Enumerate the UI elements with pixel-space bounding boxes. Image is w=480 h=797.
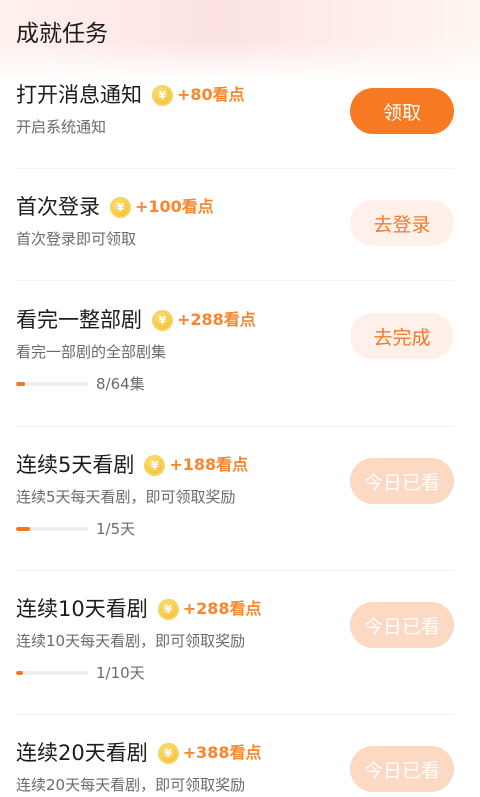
- page-title: 成就任务: [16, 21, 108, 47]
- go-login-button[interactable]: 去登录: [350, 200, 454, 246]
- task-title-row: 连续10天看剧 ¥ +288看点: [16, 594, 262, 624]
- progress-fill: [16, 527, 31, 531]
- progress-bar: [16, 382, 88, 386]
- task-description: 连续5天每天看剧，即可领取奖励: [16, 488, 236, 506]
- achievement-tasks-page: 成就任务 打开消息通知 ¥ +80看点 开启系统通知 领取 首次登录 ¥ +10…: [0, 0, 480, 797]
- task-name: 连续20天看剧: [16, 741, 148, 765]
- task-description: 看完一部剧的全部剧集: [16, 343, 167, 361]
- coin-icon: ¥: [110, 196, 131, 218]
- divider: [16, 714, 454, 715]
- task-name: 连续5天看剧: [16, 453, 135, 477]
- task-name: 连续10天看剧: [16, 597, 148, 621]
- progress-row: 1/10天: [16, 662, 145, 684]
- divider: [16, 426, 454, 427]
- go-complete-button[interactable]: 去完成: [350, 313, 454, 359]
- task-name: 看完一整部剧: [16, 308, 142, 332]
- divider: [16, 280, 454, 281]
- task-description: 连续10天每天看剧，即可领取奖励: [16, 632, 246, 650]
- coin-icon: ¥: [152, 309, 173, 331]
- progress-bar: [16, 527, 88, 531]
- task-title-row: 连续5天看剧 ¥ +188看点: [16, 450, 248, 480]
- coin-glyph: ¥: [158, 88, 167, 102]
- progress-row: 1/5天: [16, 518, 135, 540]
- coin-glyph: ¥: [158, 313, 167, 327]
- progress-bar: [16, 671, 88, 675]
- task-title-row: 打开消息通知 ¥ +80看点: [16, 80, 245, 110]
- coin-icon: ¥: [157, 598, 179, 620]
- progress-row: 8/64集: [16, 373, 145, 395]
- watched-today-button[interactable]: 今日已看: [350, 746, 454, 792]
- coin-glyph: ¥: [164, 746, 173, 760]
- task-title-row: 看完一整部剧 ¥ +288看点: [16, 305, 256, 335]
- task-description: 连续20天每天看剧，即可领取奖励: [16, 776, 246, 794]
- coin-icon: ¥: [144, 454, 166, 476]
- task-name: 首次登录: [16, 195, 100, 219]
- task-description: 首次登录即可领取: [16, 230, 137, 248]
- claim-button[interactable]: 领取: [350, 88, 454, 134]
- task-reward: +100看点: [135, 197, 214, 216]
- progress-text: 1/10天: [96, 664, 145, 682]
- task-reward: +80看点: [177, 85, 245, 104]
- coin-icon: ¥: [157, 742, 179, 764]
- progress-fill: [16, 382, 25, 386]
- task-title-row: 连续20天看剧 ¥ +388看点: [16, 738, 262, 768]
- task-reward: +388看点: [182, 743, 262, 762]
- watched-today-button[interactable]: 今日已看: [350, 458, 454, 504]
- task-reward: +188看点: [169, 455, 249, 474]
- coin-glyph: ¥: [164, 602, 173, 616]
- divider: [16, 168, 454, 169]
- task-reward: +288看点: [182, 599, 262, 618]
- coin-glyph: ¥: [151, 458, 159, 472]
- coin-glyph: ¥: [116, 200, 125, 214]
- watched-today-button[interactable]: 今日已看: [350, 602, 454, 648]
- progress-text: 1/5天: [96, 520, 136, 538]
- divider: [16, 570, 454, 571]
- task-reward: +288看点: [177, 310, 256, 329]
- task-description: 开启系统通知: [16, 118, 107, 136]
- coin-icon: ¥: [152, 84, 173, 106]
- progress-fill: [16, 671, 24, 675]
- task-name: 打开消息通知: [16, 83, 142, 107]
- task-title-row: 首次登录 ¥ +100看点: [16, 192, 214, 222]
- progress-text: 8/64集: [96, 375, 145, 393]
